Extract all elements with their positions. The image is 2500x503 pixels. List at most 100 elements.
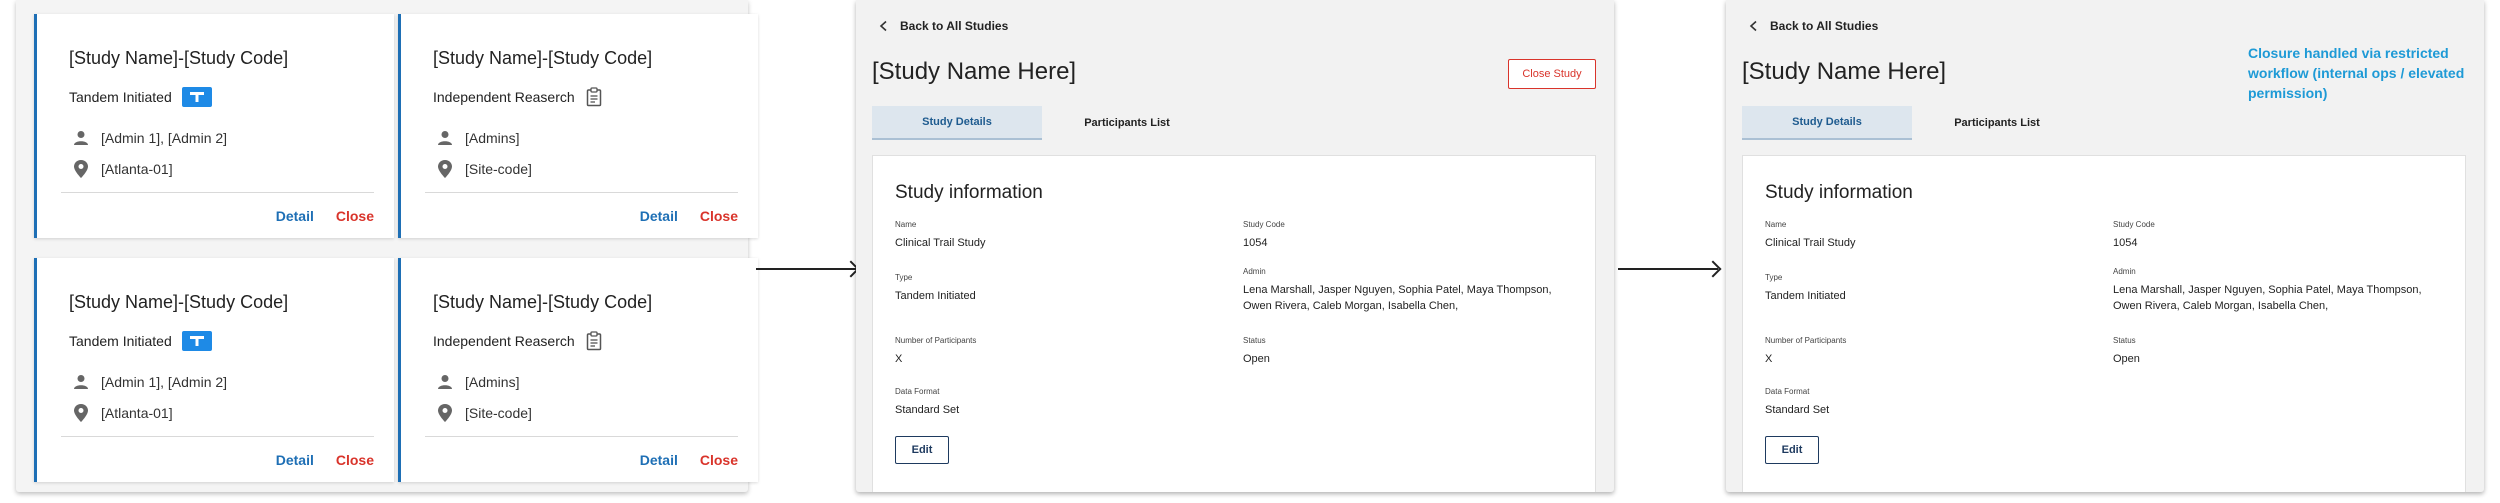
field-value: Standard Set bbox=[1765, 404, 1830, 416]
name-field: Name Clinical Trail Study bbox=[1765, 220, 2095, 251]
closure-annotation-note: Closure handled via restricted workflow … bbox=[2248, 45, 2465, 101]
site-text: [Site-code] bbox=[465, 405, 532, 421]
study-info-card: Study information Name Clinical Trail St… bbox=[1742, 155, 2466, 492]
site-text: [Site-code] bbox=[465, 161, 532, 177]
study-card-grid: [Study Name]-[Study Code] Tandem Initiat… bbox=[16, 0, 758, 492]
study-info-card: Study information Name Clinical Trail St… bbox=[872, 155, 1596, 492]
detail-link[interactable]: Detail bbox=[640, 452, 678, 468]
field-label: Status bbox=[2113, 336, 2136, 345]
location-pin-icon bbox=[71, 403, 91, 423]
study-type: Tandem Initiated bbox=[69, 333, 172, 349]
admins-text: [Admins] bbox=[465, 374, 520, 390]
chevron-left-icon bbox=[879, 20, 887, 32]
data-format-field: Data Format Standard Set bbox=[1765, 387, 2095, 418]
card-title: [Study Name]-[Study Code] bbox=[69, 48, 289, 68]
field-value: Tandem Initiated bbox=[1765, 290, 1846, 302]
detail-link[interactable]: Detail bbox=[640, 208, 678, 224]
admin-field: Admin Lena Marshall, Jasper Nguyen, Soph… bbox=[2113, 267, 2443, 314]
field-value: Tandem Initiated bbox=[895, 290, 976, 302]
back-label: Back to All Studies bbox=[1770, 19, 1879, 33]
admins-row: [Admin 1], [Admin 2] bbox=[71, 128, 227, 148]
back-link[interactable]: Back to All Studies bbox=[1748, 19, 1878, 33]
type-field: Type Tandem Initiated bbox=[1765, 273, 2095, 304]
back-link[interactable]: Back to All Studies bbox=[878, 19, 1008, 33]
admin-field: Admin Lena Marshall, Jasper Nguyen, Soph… bbox=[1243, 267, 1573, 314]
admins-text: [Admin 1], [Admin 2] bbox=[101, 374, 228, 390]
close-link[interactable]: Close bbox=[700, 208, 738, 224]
tab-participants-list[interactable]: Participants List bbox=[1912, 106, 2082, 140]
participants-field: Number of Participants X bbox=[1765, 336, 2095, 367]
field-label: Admin bbox=[2113, 267, 2136, 276]
name-field: Name Clinical Trail Study bbox=[895, 220, 1225, 251]
page-title: [Study Name Here] bbox=[872, 58, 1077, 85]
study-code-field: Study Code 1054 bbox=[2113, 220, 2443, 251]
site-row: [Atlanta-01] bbox=[71, 403, 173, 423]
field-value: Clinical Trail Study bbox=[1765, 237, 1856, 249]
site-row: [Site-code] bbox=[435, 403, 532, 423]
field-label: Number of Participants bbox=[1765, 336, 1847, 345]
tab-participants-list[interactable]: Participants List bbox=[1042, 106, 1212, 140]
card-divider bbox=[61, 436, 374, 437]
detail-link[interactable]: Detail bbox=[276, 208, 314, 224]
study-detail-panel: Back to All Studies [Study Name Here] Cl… bbox=[856, 0, 1614, 492]
card-title: [Study Name]-[Study Code] bbox=[433, 292, 653, 312]
tab-bar: Study Details Participants List bbox=[1742, 106, 2082, 140]
study-code-field: Study Code 1054 bbox=[1243, 220, 1573, 251]
close-link[interactable]: Close bbox=[336, 208, 374, 224]
study-type-row: Independent Reaserch bbox=[433, 87, 603, 107]
admins-row: [Admin 1], [Admin 2] bbox=[71, 372, 227, 392]
field-label: Study Code bbox=[1243, 220, 1285, 229]
card-title: [Study Name]-[Study Code] bbox=[69, 292, 289, 312]
close-link[interactable]: Close bbox=[336, 452, 374, 468]
study-type-row: Tandem Initiated bbox=[69, 331, 212, 351]
study-card: [Study Name]-[Study Code] Independent Re… bbox=[398, 14, 758, 238]
field-value: X bbox=[895, 353, 903, 365]
field-label: Status bbox=[1243, 336, 1266, 345]
tab-study-details[interactable]: Study Details bbox=[872, 106, 1042, 140]
study-type: Tandem Initiated bbox=[69, 89, 172, 105]
study-type: Independent Reaserch bbox=[433, 333, 575, 349]
edit-button[interactable]: Edit bbox=[1765, 436, 1819, 464]
field-value: Open bbox=[1243, 353, 1270, 365]
location-pin-icon bbox=[435, 403, 455, 423]
flow-arrow bbox=[1618, 268, 1718, 270]
chevron-left-icon bbox=[1749, 20, 1757, 32]
site-row: [Site-code] bbox=[435, 159, 532, 179]
tandem-badge-icon bbox=[181, 331, 212, 351]
close-study-button[interactable]: Close Study bbox=[1508, 59, 1596, 89]
location-pin-icon bbox=[435, 159, 455, 179]
section-title: Study information bbox=[895, 182, 1043, 203]
field-label: Name bbox=[1765, 220, 1787, 229]
study-card: [Study Name]-[Study Code] Independent Re… bbox=[398, 258, 758, 482]
card-title: [Study Name]-[Study Code] bbox=[433, 48, 653, 68]
field-label: Name bbox=[895, 220, 917, 229]
participants-field: Number of Participants X bbox=[895, 336, 1225, 367]
card-divider bbox=[425, 192, 738, 193]
field-label: Number of Participants bbox=[895, 336, 977, 345]
card-actions: Detail Close bbox=[640, 208, 738, 224]
field-value: Open bbox=[2113, 353, 2140, 365]
edit-button[interactable]: Edit bbox=[895, 436, 949, 464]
field-label: Type bbox=[895, 273, 913, 282]
section-title: Study information bbox=[1765, 182, 1913, 203]
admins-row: [Admins] bbox=[435, 372, 519, 392]
clipboard-icon bbox=[585, 331, 603, 351]
field-value: 1054 bbox=[1243, 237, 1268, 249]
card-divider bbox=[425, 436, 738, 437]
close-link[interactable]: Close bbox=[700, 452, 738, 468]
detail-link[interactable]: Detail bbox=[276, 452, 314, 468]
clipboard-icon bbox=[585, 87, 603, 107]
card-actions: Detail Close bbox=[276, 208, 374, 224]
admins-row: [Admins] bbox=[435, 128, 519, 148]
person-icon bbox=[435, 128, 455, 148]
person-icon bbox=[435, 372, 455, 392]
site-text: [Atlanta-01] bbox=[101, 405, 173, 421]
field-value: X bbox=[1765, 353, 1773, 365]
admins-text: [Admins] bbox=[465, 130, 520, 146]
data-format-field: Data Format Standard Set bbox=[895, 387, 1225, 418]
tab-study-details[interactable]: Study Details bbox=[1742, 106, 1912, 140]
card-divider bbox=[61, 192, 374, 193]
admins-text: [Admin 1], [Admin 2] bbox=[101, 130, 228, 146]
field-label: Study Code bbox=[2113, 220, 2155, 229]
field-label: Type bbox=[1765, 273, 1783, 282]
